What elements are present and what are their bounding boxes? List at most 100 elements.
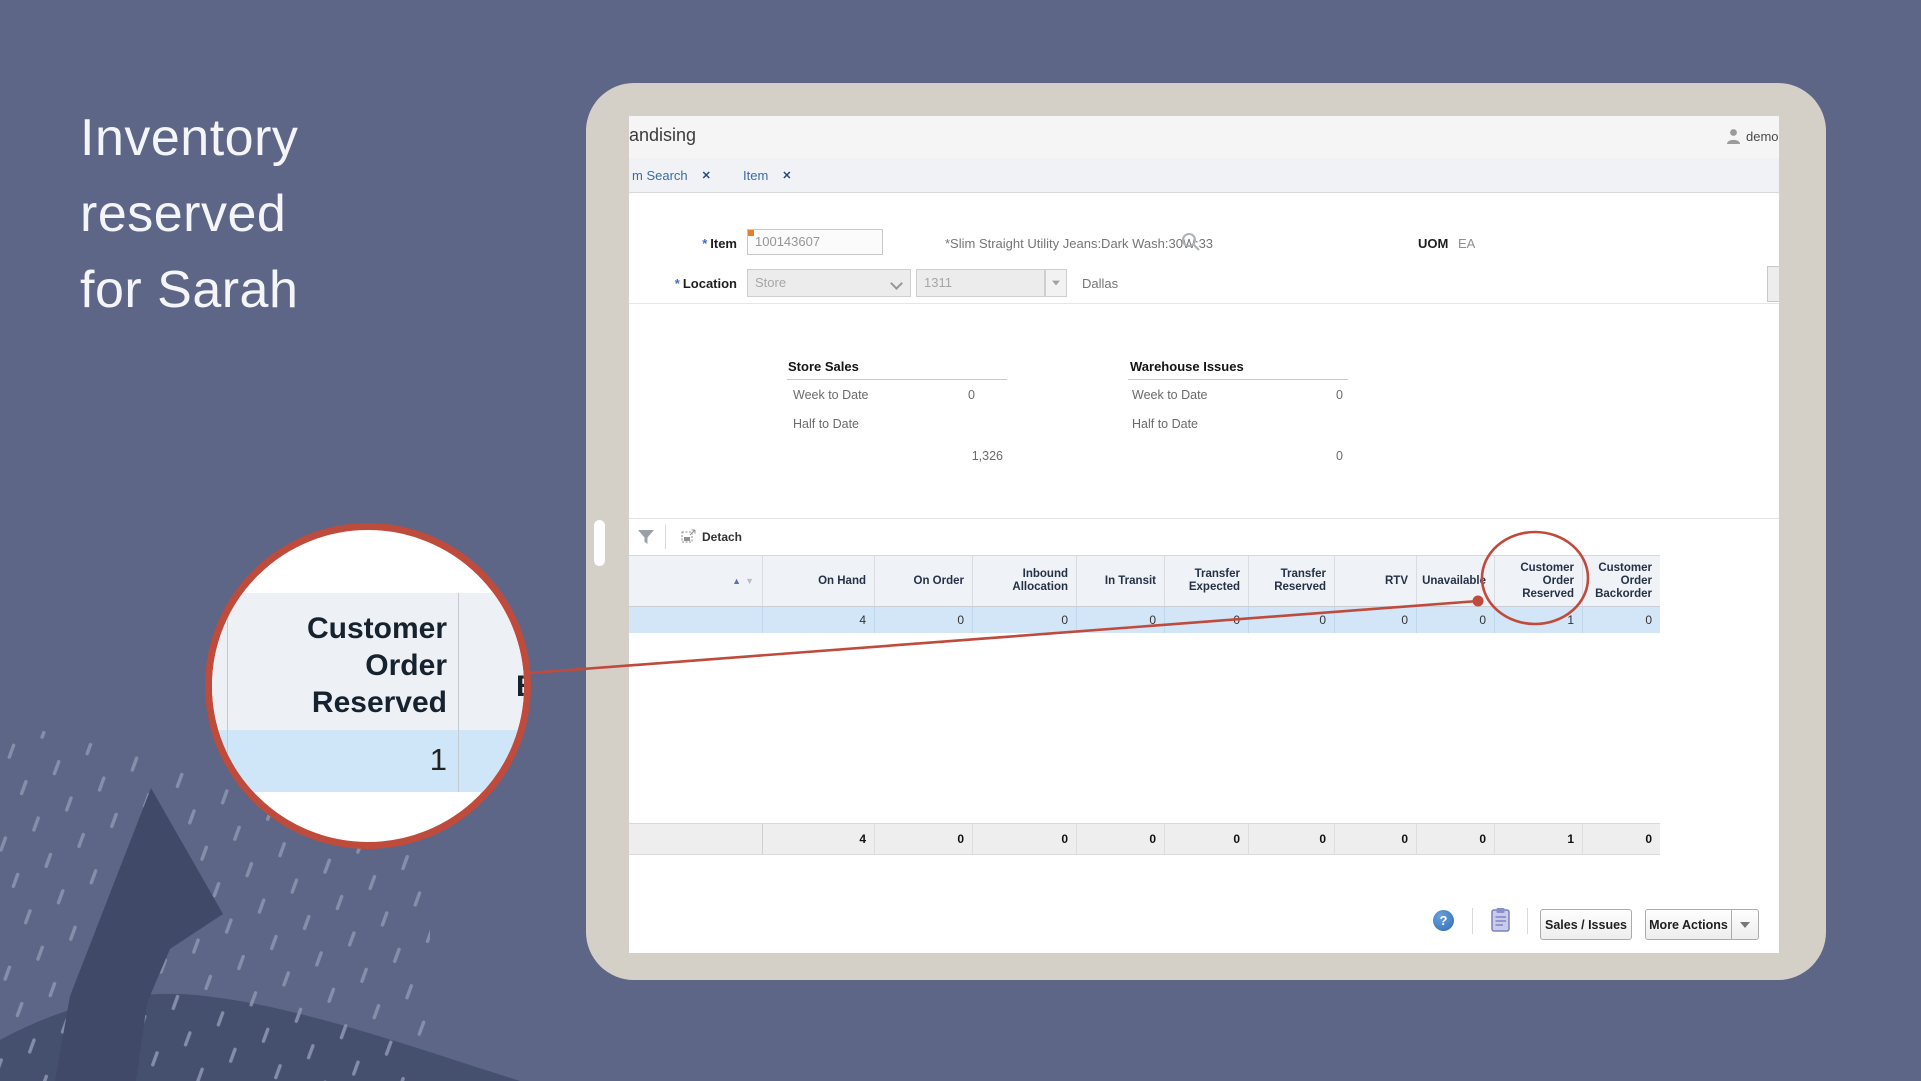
clipboard-icon[interactable] [1490,907,1512,933]
tab-item-search[interactable]: m Search ✕ [632,158,711,192]
slide-title-line-3: for Sarah [80,252,298,328]
slide-title: Inventory reserved for Sarah [80,100,298,328]
sales-issues-button[interactable]: Sales / Issues [1540,909,1632,940]
table-header-row: ▲ ▼ On Hand On Order Inbound Allocation … [629,555,1660,607]
inventory-table: ▲ ▼ On Hand On Order Inbound Allocation … [629,555,1660,633]
item-input-value: 100143607 [755,234,820,249]
table-toolbar: Detach [629,518,1779,556]
close-icon[interactable]: ✕ [782,169,791,182]
location-id-input[interactable]: 1311 [916,269,1045,297]
table-cell: 0 [973,607,1077,633]
form-divider [629,303,1779,304]
store-sales-title: Store Sales [788,359,859,374]
table-column-rowheader[interactable]: ▲ ▼ [629,556,763,606]
table-cell: 0 [1335,607,1417,633]
tab-item[interactable]: Item ✕ [743,158,792,192]
table-column-header[interactable]: Transfer Expected [1165,556,1249,606]
location-label: *Location [659,276,737,291]
totals-cell: 4 [763,824,875,854]
table-totals-row: 4 0 0 0 0 0 0 0 1 0 [629,823,1660,855]
store-extra-value: 1,326 [903,449,1003,463]
totals-cell: 0 [1249,824,1335,854]
store-wtd-value: 0 [875,388,975,402]
magnified-cell-value: 1 [227,742,447,778]
table-column-header[interactable]: On Order [875,556,973,606]
tab-item-label[interactable]: Item [743,168,768,183]
required-asterisk: * [675,276,680,291]
location-dropdown-button[interactable] [1045,269,1067,297]
table-row[interactable]: 4 0 0 0 0 0 0 0 1 0 [629,607,1660,633]
table-cell: 4 [763,607,875,633]
table-column-header[interactable]: Unavailable [1417,556,1495,606]
totals-cell: 0 [875,824,973,854]
uom-label: UOM [1418,236,1448,251]
close-icon[interactable]: ✕ [702,169,711,182]
more-actions-split[interactable] [1731,910,1758,939]
table-column-header[interactable]: RTV [1335,556,1417,606]
footer-divider [1472,908,1473,934]
totals-cell: 0 [1335,824,1417,854]
app-window: handising demo m Search ✕ Item ✕ *Item 1… [629,116,1779,953]
item-input[interactable]: 100143607 [747,229,883,255]
dropdown-arrow-icon [1052,281,1060,286]
location-id-value: 1311 [924,275,952,290]
scroll-indicator[interactable] [594,520,605,566]
table-column-header[interactable]: Customer Order Backorder [1583,556,1660,606]
row-header-cell [629,607,763,633]
sort-ascending-icon[interactable]: ▲ [732,577,741,586]
detach-button[interactable]: Detach [702,530,742,544]
more-actions-label[interactable]: More Actions [1646,918,1731,932]
app-title: handising [629,125,696,146]
table-column-header[interactable]: On Hand [763,556,875,606]
table-cell: 0 [1583,607,1660,633]
totals-cell: 0 [1165,824,1249,854]
item-label: *Item [689,236,737,251]
table-column-header[interactable]: Inbound Allocation [973,556,1077,606]
slide: Inventory reserved for Sarah handising d… [0,0,1921,1081]
table-cell: 0 [875,607,973,633]
table-cell-customer-order-reserved: 1 [1495,607,1583,633]
store-htd-label: Half to Date [793,417,859,431]
help-icon[interactable]: ? [1433,910,1454,931]
tab-item-search-label[interactable]: m Search [632,168,688,183]
location-type-select[interactable]: Store [747,269,911,297]
more-actions-button[interactable]: More Actions [1645,909,1759,940]
footer-divider [1527,908,1528,934]
warehouse-wtd-label: Week to Date [1132,388,1208,402]
required-asterisk: * [702,236,707,251]
table-cell: 0 [1417,607,1495,633]
totals-cell: 0 [1077,824,1165,854]
detach-icon[interactable] [681,528,697,544]
search-icon[interactable] [1180,231,1202,253]
magnified-column-header: Customer Order Reserved [227,610,447,721]
user-name[interactable]: demo [1746,129,1779,144]
filter-icon[interactable] [637,528,655,546]
slide-title-line-1: Inventory [80,100,298,176]
table-cell: 0 [1165,607,1249,633]
table-column-header[interactable]: Transfer Reserved [1249,556,1335,606]
scrollbar-fragment[interactable] [1767,266,1779,302]
warehouse-issues-rule [1128,379,1348,380]
table-cell: 0 [1077,607,1165,633]
store-wtd-label: Week to Date [793,388,869,402]
location-type-value: Store [755,275,786,290]
slide-title-line-2: reserved [80,176,298,252]
chevron-down-icon [890,277,903,290]
magnified-column-border [458,593,459,792]
uom-value: EA [1458,236,1475,251]
item-description: *Slim Straight Utility Jeans:Dark Wash:3… [945,236,1213,251]
totals-cell: 0 [973,824,1077,854]
sort-descending-icon[interactable]: ▼ [745,577,754,586]
table-cell: 0 [1249,607,1335,633]
table-column-header[interactable]: In Transit [1077,556,1165,606]
user-icon [1726,128,1741,145]
required-corner-mark [748,230,754,236]
warehouse-extra-value: 0 [1243,449,1343,463]
dropdown-arrow-icon [1740,922,1750,928]
magnified-partial-right: B [516,670,531,704]
magnifier-callout: e B Customer Order Reserved 1 [205,523,531,849]
tab-bar: m Search ✕ Item ✕ [629,158,1779,193]
app-header: handising demo [629,116,1779,159]
table-column-header[interactable]: Customer Order Reserved [1495,556,1583,606]
location-name: Dallas [1082,276,1118,291]
